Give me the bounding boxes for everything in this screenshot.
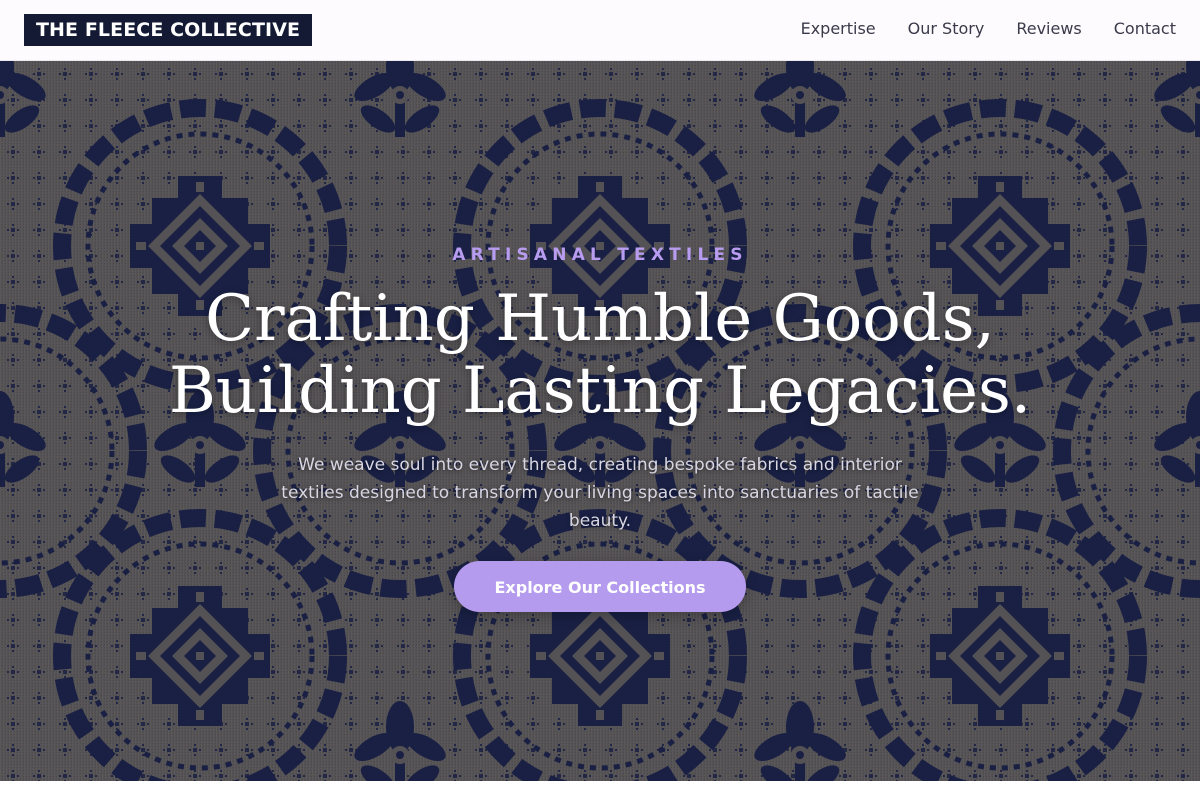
nav-link-our-story[interactable]: Our Story <box>908 18 985 40</box>
hero-content: ARTISANAL TEXTILES Crafting Humble Goods… <box>0 61 1200 781</box>
main-nav: Expertise Our Story Reviews Contact <box>801 18 1176 40</box>
hero-headline-line-1: Crafting Humble Goods, <box>205 282 995 356</box>
hero-section: ARTISANAL TEXTILES Crafting Humble Goods… <box>0 61 1200 781</box>
nav-link-expertise[interactable]: Expertise <box>801 18 876 40</box>
hero-headline: Crafting Humble Goods, Building Lasting … <box>0 283 1200 427</box>
site-header: THE FLEECE COLLECTIVE Expertise Our Stor… <box>0 0 1200 61</box>
brand-logo[interactable]: THE FLEECE COLLECTIVE <box>24 14 313 46</box>
hero-headline-line-2: Building Lasting Legacies. <box>168 354 1032 428</box>
next-section-edge <box>0 781 1200 800</box>
hero-eyebrow: ARTISANAL TEXTILES <box>452 245 748 265</box>
explore-collections-button[interactable]: Explore Our Collections <box>454 561 746 612</box>
hero-subtext: We weave soul into every thread, creatin… <box>281 455 919 531</box>
nav-link-reviews[interactable]: Reviews <box>1016 18 1081 40</box>
nav-link-contact[interactable]: Contact <box>1114 18 1176 40</box>
